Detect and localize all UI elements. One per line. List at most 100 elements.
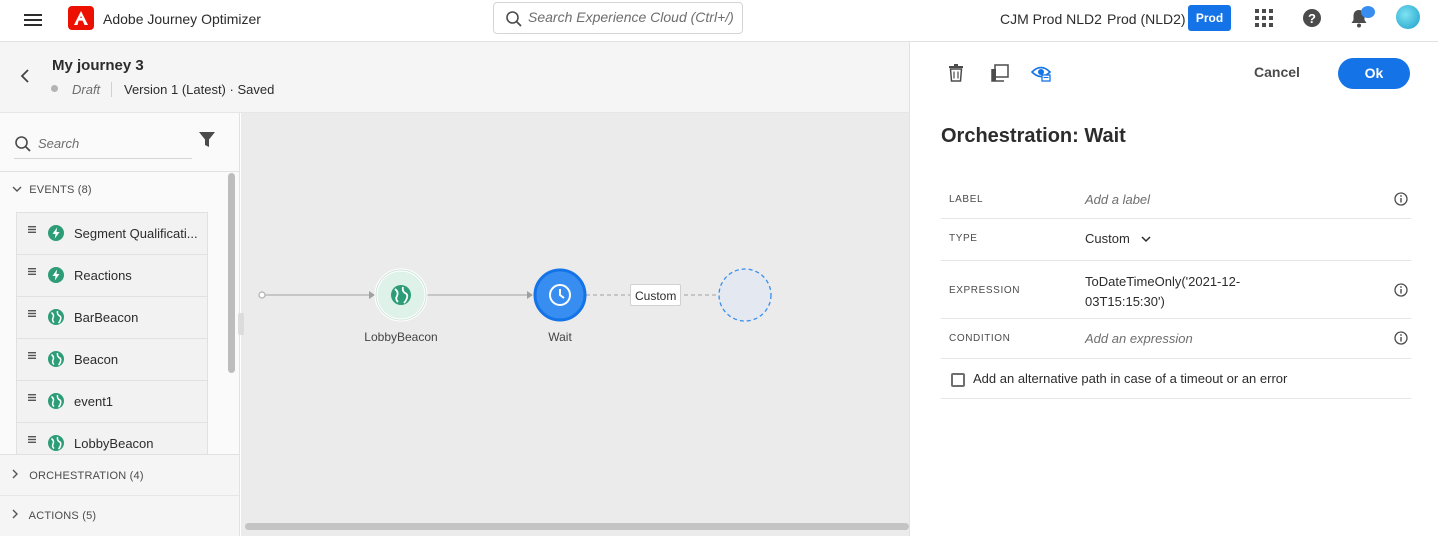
type-key: TYPE [949, 233, 978, 244]
help-icon[interactable]: ? [1302, 8, 1322, 33]
palette-search-input[interactable] [38, 136, 188, 151]
app-name: Adobe Journey Optimizer [103, 11, 261, 27]
palette-search[interactable] [14, 131, 192, 159]
drag-handle-icon[interactable] [28, 267, 36, 278]
status-dot-icon [51, 85, 58, 92]
list-item[interactable]: Segment Qualificati... [16, 212, 208, 254]
panel-title: Orchestration: Wait [941, 125, 1126, 147]
start-point [258, 291, 266, 299]
events-list: Segment Qualificati... Reactions BarBeacon… [16, 212, 208, 464]
back-arrow-icon[interactable] [20, 67, 30, 88]
menu-icon[interactable] [24, 11, 42, 29]
svg-text:?: ? [1308, 11, 1316, 26]
section-orchestration[interactable]: ORCHESTRATION (4) [12, 469, 144, 482]
info-icon[interactable] [1394, 283, 1408, 302]
adobe-logo-icon[interactable] [68, 6, 94, 30]
edge-label[interactable]: Custom [630, 284, 682, 306]
expression-value[interactable]: ToDateTimeOnly('2021-12- 03T15:15:30') [1085, 272, 1240, 312]
chevron-right-icon [12, 469, 26, 482]
global-search[interactable] [493, 2, 743, 34]
globe-icon [391, 285, 411, 305]
avatar[interactable] [1396, 5, 1420, 29]
condition-key: CONDITION [949, 333, 1011, 344]
sandbox-badge: Prod [1188, 5, 1231, 31]
palette-scrollbar[interactable] [228, 173, 235, 373]
node-placeholder [718, 268, 772, 322]
list-item-label: Beacon [74, 352, 119, 367]
cancel-button[interactable]: Cancel [1254, 64, 1300, 80]
drag-handle-icon[interactable] [28, 309, 36, 320]
ok-button[interactable]: Ok [1338, 58, 1410, 89]
org-switcher[interactable]: CJM Prod NLD2 [1000, 11, 1102, 27]
journey-canvas[interactable]: LobbyBeacon Wait Custom [238, 113, 909, 536]
drag-handle-icon[interactable] [28, 351, 36, 362]
expression-line-1: ToDateTimeOnly('2021-12- [1085, 274, 1241, 289]
journey-title[interactable]: My journey 3 [52, 57, 144, 74]
list-item[interactable]: Beacon [16, 338, 208, 380]
condition-row: CONDITION Add an expression [941, 319, 1411, 359]
list-item-label: event1 [74, 394, 114, 409]
list-item-label: Segment Qualificati... [74, 226, 198, 241]
label-key: LABEL [949, 194, 984, 205]
search-icon [14, 135, 32, 158]
section-events-label: EVENTS (8) [29, 184, 92, 196]
divider [0, 495, 239, 496]
canvas-scrollbar[interactable] [245, 523, 909, 530]
alt-path-label[interactable]: Add an alternative path in case of a tim… [973, 371, 1287, 386]
activity-palette: EVENTS (8) Segment Qualificati... Reactio… [0, 113, 240, 536]
chevron-down-icon [1141, 231, 1151, 246]
arrow-head [527, 291, 533, 299]
view-data-icon[interactable] [1030, 64, 1052, 87]
condition-input[interactable]: Add an expression [1085, 331, 1193, 346]
globe-icon [48, 435, 64, 456]
info-icon[interactable] [1394, 331, 1408, 350]
globe-icon [48, 309, 64, 330]
lightning-icon [48, 225, 64, 246]
type-row: TYPE Custom [941, 219, 1411, 261]
globe-icon [48, 393, 64, 414]
list-item-label: Reactions [74, 268, 132, 283]
section-actions-label: ACTIONS (5) [28, 510, 97, 522]
drag-handle-icon[interactable] [28, 225, 36, 236]
top-bar: Adobe Journey Optimizer CJM Prod NLD2 Pr… [0, 0, 1438, 42]
type-select-value: Custom [1085, 231, 1130, 246]
journey-status: Draft [72, 82, 101, 97]
lightning-icon [48, 267, 64, 288]
list-item[interactable]: BarBeacon [16, 296, 208, 338]
node-lobbybeacon[interactable] [374, 268, 428, 322]
type-select[interactable]: Custom [1085, 231, 1151, 246]
alt-path-checkbox[interactable] [951, 373, 965, 387]
section-orchestration-label: ORCHESTRATION (4) [29, 470, 144, 482]
alt-path-row: Add an alternative path in case of a tim… [941, 359, 1411, 399]
palette-collapse-handle[interactable] [238, 313, 244, 335]
expression-line-2: 03T15:15:30') [1085, 294, 1165, 309]
drag-handle-icon[interactable] [28, 435, 36, 446]
drag-handle-icon[interactable] [28, 393, 36, 404]
arrow-head [369, 291, 375, 299]
chevron-down-icon [12, 184, 26, 196]
list-item[interactable]: Reactions [16, 254, 208, 296]
search-icon [505, 10, 523, 33]
journey-version: Version 1 (Latest) · Saved [124, 82, 275, 97]
palette-collapsed-sections: ORCHESTRATION (4) ACTIONS (5) [0, 454, 239, 536]
section-events[interactable]: EVENTS (8) [12, 184, 92, 196]
info-icon[interactable] [1394, 192, 1408, 211]
app-switcher-icon[interactable] [1255, 9, 1273, 32]
filter-icon[interactable] [199, 132, 215, 153]
global-search-input[interactable] [528, 9, 734, 25]
section-actions[interactable]: ACTIONS (5) [12, 509, 96, 522]
duplicate-icon[interactable] [991, 64, 1009, 87]
node-wait[interactable] [533, 268, 587, 322]
list-item[interactable]: event1 [16, 380, 208, 422]
expression-row: EXPRESSION ToDateTimeOnly('2021-12- 03T1… [941, 261, 1411, 319]
list-item-label: LobbyBeacon [74, 436, 154, 451]
delete-icon[interactable] [948, 64, 964, 87]
chevron-right-icon [12, 509, 26, 522]
sandbox-switcher[interactable]: Prod (NLD2) [1107, 11, 1186, 27]
divider [0, 171, 239, 172]
notification-badge [1361, 6, 1375, 18]
list-item-label: BarBeacon [74, 310, 139, 325]
label-input[interactable]: Add a label [1085, 192, 1150, 207]
properties-panel: Cancel Ok Orchestration: Wait LABEL Add … [909, 42, 1438, 536]
divider [111, 82, 112, 97]
